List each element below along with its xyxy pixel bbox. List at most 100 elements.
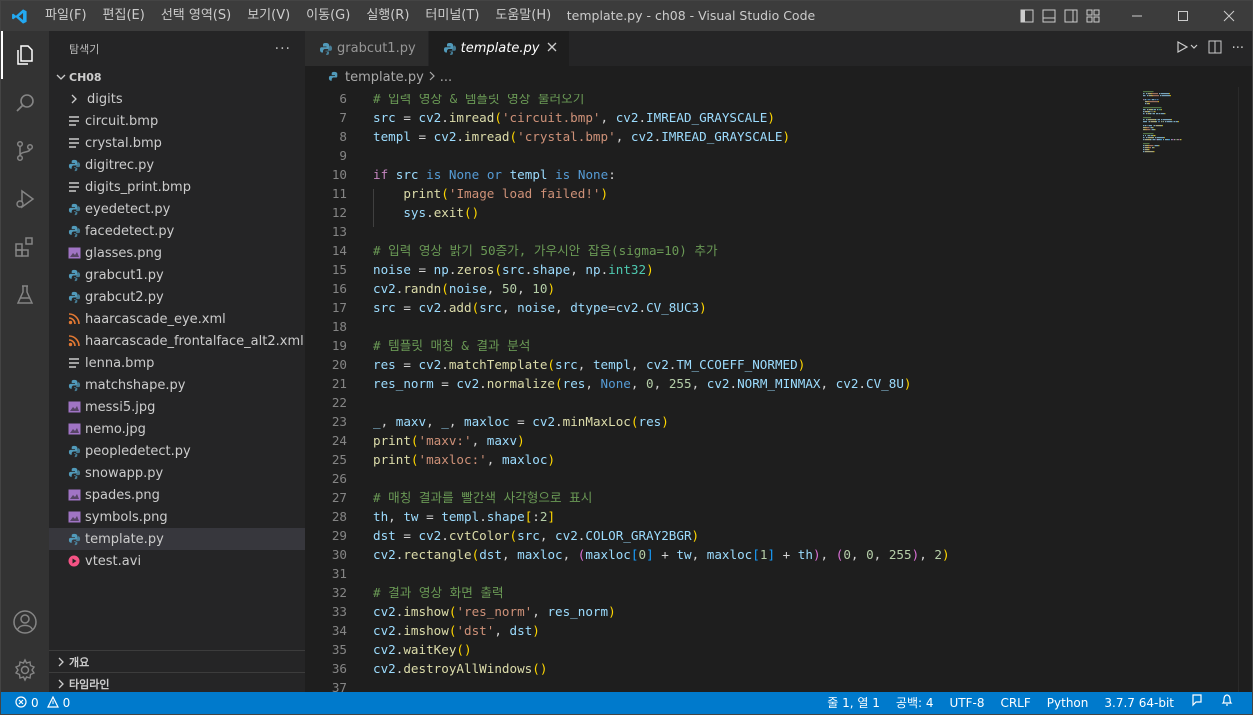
tree-file[interactable]: messi5.jpg: [49, 396, 305, 418]
outline-label: 개요: [69, 655, 90, 669]
tree-file[interactable]: haarcascade_eye.xml: [49, 308, 305, 330]
menu-item[interactable]: 선택 영역(S): [153, 1, 239, 31]
code-token: 50: [501, 281, 518, 296]
minimap-token: [1147, 109, 1148, 111]
tree-file[interactable]: nemo.jpg: [49, 418, 305, 440]
problems-indicator[interactable]: 0 0: [1, 695, 70, 711]
maximize-button[interactable]: [1160, 1, 1206, 31]
minimap-token: [1152, 137, 1154, 139]
menu-item[interactable]: 도움말(H): [487, 1, 559, 31]
minimap-token: [1178, 121, 1179, 123]
end-of-line[interactable]: CRLF: [992, 692, 1038, 714]
accounts-icon[interactable]: [1, 598, 49, 646]
tree-file[interactable]: lenna.bmp: [49, 352, 305, 374]
breadcrumb-symbol[interactable]: ...: [440, 70, 452, 85]
tree-file[interactable]: crystal.bmp: [49, 132, 305, 154]
code-token: ): [699, 300, 707, 315]
code-token: =: [395, 528, 419, 543]
notifications-bell-icon[interactable]: [1212, 692, 1242, 714]
outline-section[interactable]: 개요: [49, 650, 305, 672]
menu-item[interactable]: 편집(E): [95, 1, 153, 31]
editor-more-actions-icon[interactable]: ···: [1232, 41, 1244, 56]
tree-file[interactable]: peopledetect.py: [49, 440, 305, 462]
indentation[interactable]: 공백: 4: [888, 692, 942, 714]
tree-file[interactable]: template.py: [49, 528, 305, 550]
tree-file[interactable]: snowapp.py: [49, 462, 305, 484]
feedback-icon[interactable]: [1182, 692, 1212, 714]
toggle-panel-icon[interactable]: [1038, 1, 1060, 31]
toggle-secondary-sidebar-icon[interactable]: [1060, 1, 1082, 31]
more-actions-button[interactable]: ···: [275, 41, 291, 57]
tree-item-label: spades.png: [85, 487, 160, 503]
code-token: cv2: [373, 623, 396, 638]
tab-label: template.py: [460, 41, 540, 56]
menu-item[interactable]: 실행(R): [358, 1, 417, 31]
tree-item-label: digits: [87, 91, 123, 107]
workspace-folder[interactable]: CH08: [49, 66, 305, 88]
split-editor-icon[interactable]: [1208, 40, 1222, 58]
tree-file[interactable]: circuit.bmp: [49, 110, 305, 132]
tab-grabcut1[interactable]: grabcut1.py: [305, 31, 429, 66]
minimap[interactable]: [1135, 87, 1235, 694]
toggle-primary-sidebar-icon[interactable]: [1016, 1, 1038, 31]
code-line: 31: [305, 564, 1135, 583]
tree-file[interactable]: grabcut2.py: [49, 286, 305, 308]
customize-layout-icon[interactable]: [1082, 1, 1104, 31]
code-token: (: [494, 262, 502, 277]
menu-item[interactable]: 파일(F): [37, 1, 95, 31]
code-token: 'maxv:': [418, 433, 472, 448]
cursor-position[interactable]: 줄 1, 열 1: [819, 692, 888, 714]
minimap-token: [1147, 103, 1149, 105]
search-icon[interactable]: [1, 79, 49, 127]
minimap-token: [1169, 93, 1170, 95]
line-number: 19: [331, 338, 347, 353]
timeline-section[interactable]: 타임라인: [49, 672, 305, 694]
tree-file[interactable]: vtest.avi: [49, 550, 305, 572]
tree-folder[interactable]: digits: [49, 88, 305, 110]
run-debug-icon[interactable]: [1, 175, 49, 223]
menu-item[interactable]: 이동(G): [298, 1, 358, 31]
python-interpreter[interactable]: 3.7.7 64-bit: [1096, 692, 1182, 714]
breadcrumb-file[interactable]: template.py: [345, 70, 424, 85]
tree-file[interactable]: facedetect.py: [49, 220, 305, 242]
tree-file[interactable]: spades.png: [49, 484, 305, 506]
tree-file[interactable]: haarcascade_frontalface_alt2.xml: [49, 330, 305, 352]
tree-file[interactable]: eyedetect.py: [49, 198, 305, 220]
close-tab-icon[interactable]: [547, 41, 557, 56]
line-content: cv2.waitKey(): [373, 640, 472, 659]
tab-template[interactable]: template.py: [428, 31, 571, 66]
chevron-right-icon: [65, 91, 83, 107]
tree-file[interactable]: matchshape.py: [49, 374, 305, 396]
code-token: .: [441, 357, 449, 372]
code-token: ): [600, 186, 609, 201]
minimap-token: [1151, 93, 1158, 95]
code-token: cv2: [630, 129, 654, 144]
encoding[interactable]: UTF-8: [941, 692, 992, 714]
vertical-scrollbar[interactable]: [1238, 87, 1252, 694]
tree-file[interactable]: grabcut1.py: [49, 264, 305, 286]
code-token: cv2: [615, 110, 639, 125]
tree-file[interactable]: digitrec.py: [49, 154, 305, 176]
testing-icon[interactable]: [1, 271, 49, 319]
tree-file[interactable]: digits_print.bmp: [49, 176, 305, 198]
minimap-token: [1153, 111, 1155, 113]
menu-item[interactable]: 보기(V): [239, 1, 298, 31]
line-number: 8: [339, 129, 347, 144]
code-token: ): [903, 376, 912, 391]
minimize-button[interactable]: [1114, 1, 1160, 31]
tree-file[interactable]: symbols.png: [49, 506, 305, 528]
run-python-file-icon[interactable]: [1176, 40, 1198, 58]
extensions-icon[interactable]: [1, 223, 49, 271]
line-content: cv2.destroyAllWindows(): [373, 659, 547, 678]
tree-file[interactable]: glasses.png: [49, 242, 305, 264]
manage-gear-icon[interactable]: [1, 646, 49, 694]
language-mode[interactable]: Python: [1039, 692, 1097, 714]
source-control-icon[interactable]: [1, 127, 49, 175]
code-token: ): [941, 547, 950, 562]
code-editor[interactable]: 6 # 입력 영상 & 템플릿 영상 불러오기 7 src = cv2.imread(…: [305, 94, 1135, 694]
minimap-token: [1153, 151, 1155, 153]
close-window-button[interactable]: [1206, 1, 1252, 31]
menu-item[interactable]: 터미널(T): [417, 1, 487, 31]
explorer-icon[interactable]: [1, 31, 49, 79]
minimap-token: [1158, 145, 1160, 147]
